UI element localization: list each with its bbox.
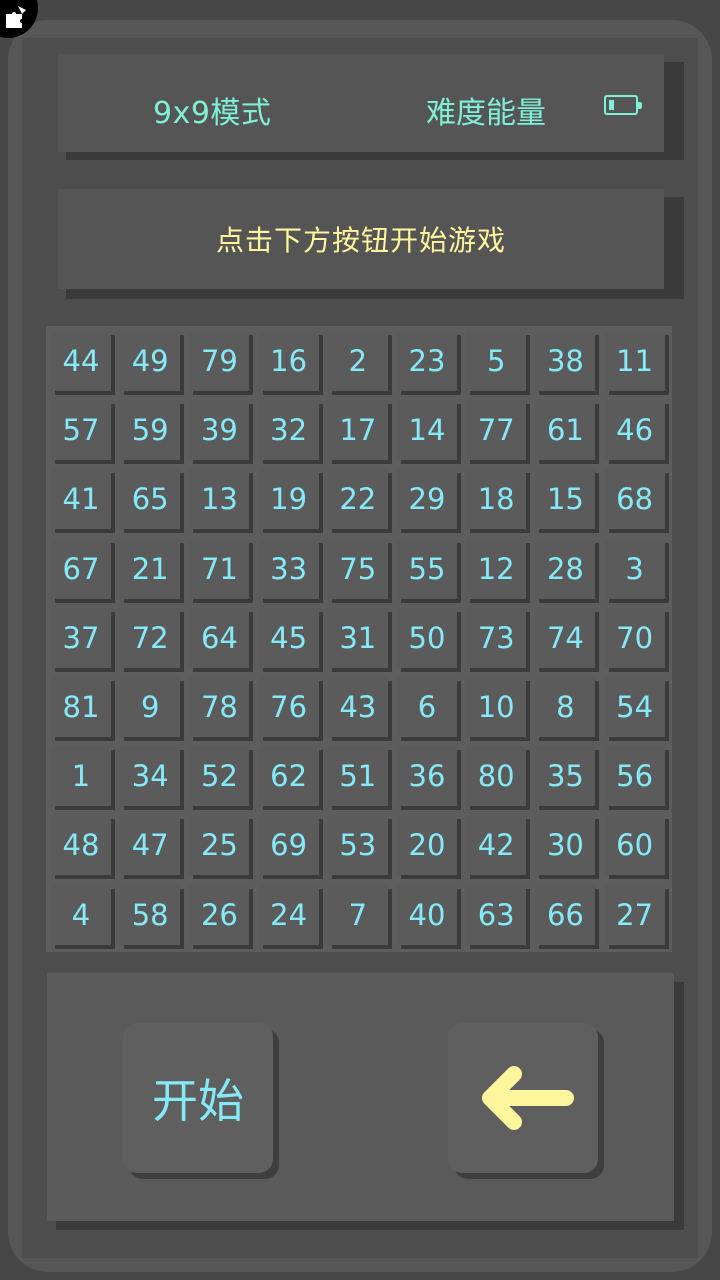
grid-tile[interactable]: 24 — [258, 884, 319, 945]
grid-tile[interactable]: 63 — [466, 884, 527, 945]
grid-tile[interactable]: 67 — [51, 538, 111, 599]
grid-tile[interactable]: 28 — [535, 538, 596, 599]
grid-tile[interactable]: 61 — [535, 400, 596, 461]
grid-tile[interactable]: 73 — [466, 607, 527, 668]
grid-tile[interactable]: 76 — [258, 677, 319, 737]
grid-tile[interactable]: 32 — [258, 400, 319, 461]
grid-tile[interactable]: 18 — [466, 469, 527, 530]
grid-tile[interactable]: 43 — [327, 677, 388, 737]
grid-tile[interactable]: 65 — [120, 469, 181, 530]
header-panel: 9x9模式 难度能量 — [58, 54, 664, 152]
grid-tile[interactable]: 27 — [604, 884, 665, 945]
grid-tile[interactable]: 78 — [189, 677, 250, 737]
grid-tile[interactable]: 9 — [120, 677, 181, 737]
grid-tile[interactable]: 74 — [535, 607, 596, 668]
grid-tile[interactable]: 11 — [604, 331, 665, 391]
grid-tile[interactable]: 55 — [397, 538, 457, 599]
grid-tile[interactable]: 36 — [397, 746, 457, 807]
grid-tile[interactable]: 29 — [397, 469, 457, 530]
grid-tile[interactable]: 70 — [604, 607, 665, 668]
grid-tile[interactable]: 34 — [120, 746, 181, 807]
grid-tile[interactable]: 35 — [535, 746, 596, 807]
grid-tile[interactable]: 41 — [51, 469, 111, 530]
grid-tile[interactable]: 45 — [258, 607, 319, 668]
grid-tile[interactable]: 10 — [466, 677, 527, 737]
message-panel: 点击下方按钮开始游戏 — [58, 189, 664, 289]
grid-tile[interactable]: 51 — [327, 746, 388, 807]
grid-tile[interactable]: 66 — [535, 884, 596, 945]
grid-tile[interactable]: 2 — [327, 331, 388, 391]
grid-tile[interactable]: 77 — [466, 400, 527, 461]
grid-tile[interactable]: 53 — [327, 815, 388, 876]
arrow-left-icon — [482, 1066, 574, 1130]
grid-tile[interactable]: 31 — [327, 607, 388, 668]
grid-tile[interactable]: 58 — [120, 884, 181, 945]
grid-tile[interactable]: 57 — [51, 400, 111, 461]
grid-tile[interactable]: 46 — [604, 400, 665, 461]
grid-tile[interactable]: 44 — [51, 331, 111, 391]
grid-tile[interactable]: 17 — [327, 400, 388, 461]
number-grid: 44 49 79 16 2 23 5 38 11 57 59 39 32 17 14 77 61 46 41 65 13… — [46, 326, 672, 952]
mode-label[interactable]: 9x9模式 — [153, 88, 271, 132]
back-button[interactable] — [448, 1023, 598, 1173]
grid-tile[interactable]: 7 — [327, 884, 388, 945]
grid-tile[interactable]: 23 — [397, 331, 457, 391]
grid-tile[interactable]: 62 — [258, 746, 319, 807]
grid-tile[interactable]: 48 — [51, 815, 111, 876]
grid-tile[interactable]: 59 — [120, 400, 181, 461]
start-button[interactable]: 开始 — [123, 1023, 273, 1173]
grid-tile[interactable]: 54 — [604, 677, 665, 737]
grid-tile[interactable]: 6 — [397, 677, 457, 737]
grid-tile[interactable]: 15 — [535, 469, 596, 530]
grid-tile[interactable]: 20 — [397, 815, 457, 876]
grid-tile[interactable]: 42 — [466, 815, 527, 876]
grid-tile[interactable]: 60 — [604, 815, 665, 876]
difficulty-label: 难度能量 — [426, 96, 546, 131]
grid-tile[interactable]: 14 — [397, 400, 457, 461]
grid-tile[interactable]: 26 — [189, 884, 250, 945]
grid-tile[interactable]: 13 — [189, 469, 250, 530]
grid-tile[interactable]: 64 — [189, 607, 250, 668]
grid-tile[interactable]: 79 — [189, 331, 250, 391]
grid-tile[interactable]: 30 — [535, 815, 596, 876]
grid-tile[interactable]: 81 — [51, 677, 111, 737]
grid-tile[interactable]: 69 — [258, 815, 319, 876]
grid-tile[interactable]: 80 — [466, 746, 527, 807]
grid-tile[interactable]: 22 — [327, 469, 388, 530]
start-button-label: 开始 — [152, 1074, 244, 1128]
grid-tile[interactable]: 19 — [258, 469, 319, 530]
grid-tile[interactable]: 49 — [120, 331, 181, 391]
grid-tile[interactable]: 33 — [258, 538, 319, 599]
grid-tile[interactable]: 3 — [604, 538, 665, 599]
grid-tile[interactable]: 47 — [120, 815, 181, 876]
grid-tile[interactable]: 16 — [258, 331, 319, 391]
grid-tile[interactable]: 50 — [397, 607, 457, 668]
grid-tile[interactable]: 71 — [189, 538, 250, 599]
grid-tile[interactable]: 1 — [51, 746, 111, 807]
grid-tile[interactable]: 5 — [466, 331, 527, 391]
grid-tile[interactable]: 39 — [189, 400, 250, 461]
grid-tile[interactable]: 37 — [51, 607, 111, 668]
grid-tile[interactable]: 25 — [189, 815, 250, 876]
grid-tile[interactable]: 40 — [397, 884, 457, 945]
grid-tile[interactable]: 38 — [535, 331, 596, 391]
grid-tile[interactable]: 21 — [120, 538, 181, 599]
grid-tile[interactable]: 56 — [604, 746, 665, 807]
status-message: 点击下方按钮开始游戏 — [215, 224, 506, 257]
grid-tile[interactable]: 72 — [120, 607, 181, 668]
energy-battery-icon — [604, 95, 642, 115]
grid-tile[interactable]: 75 — [327, 538, 388, 599]
grid-tile[interactable]: 8 — [535, 677, 596, 737]
grid-tile[interactable]: 52 — [189, 746, 250, 807]
grid-tile[interactable]: 12 — [466, 538, 527, 599]
grid-tile[interactable]: 4 — [51, 884, 111, 945]
puzzle-icon — [6, 6, 26, 28]
grid-tile[interactable]: 68 — [604, 469, 665, 530]
